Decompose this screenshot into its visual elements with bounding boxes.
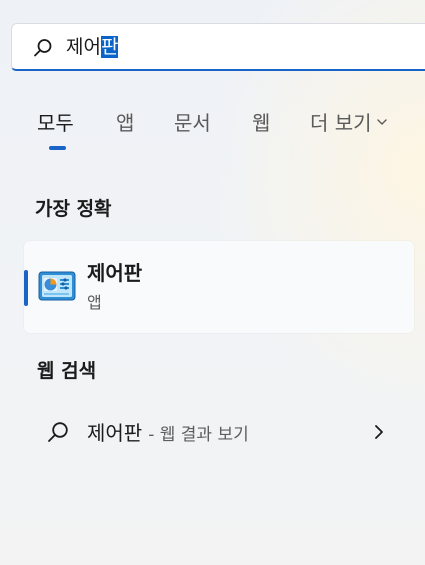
best-match-result[interactable]: 제어판 앱 — [24, 241, 414, 333]
control-panel-icon — [38, 271, 76, 301]
selection-indicator — [24, 270, 28, 306]
tab-apps[interactable]: 앱 — [116, 108, 134, 138]
tab-web[interactable]: 웹 — [252, 108, 270, 138]
web-result-query: 제어판 — [87, 421, 143, 445]
search-icon — [34, 39, 52, 57]
search-query-selection: 판 — [100, 36, 119, 58]
tab-all[interactable]: 모두 — [37, 108, 74, 138]
active-tab-indicator — [49, 146, 66, 150]
web-search-result[interactable]: 제어판 - 웹 결과 보기 — [24, 409, 396, 455]
tab-more[interactable]: 더 보기 — [310, 108, 388, 138]
search-query[interactable]: 제어판 — [66, 34, 119, 60]
chevron-down-icon — [376, 119, 387, 125]
tab-more-label: 더 보기 — [310, 111, 372, 135]
web-search-heading: 웹 검색 — [37, 360, 97, 382]
web-result-suffix: - 웹 결과 보기 — [148, 425, 249, 445]
result-type: 앱 — [87, 293, 102, 312]
result-name: 제어판 — [87, 261, 143, 285]
search-input[interactable]: 제어판 — [11, 23, 425, 71]
tab-documents[interactable]: 문서 — [174, 108, 211, 138]
chevron-right-icon[interactable] — [372, 424, 386, 440]
web-result-text: 제어판 - 웹 결과 보기 — [87, 417, 249, 446]
search-query-text: 제어 — [66, 36, 101, 58]
best-match-heading: 가장 정확 — [35, 198, 112, 220]
search-icon — [48, 422, 68, 442]
